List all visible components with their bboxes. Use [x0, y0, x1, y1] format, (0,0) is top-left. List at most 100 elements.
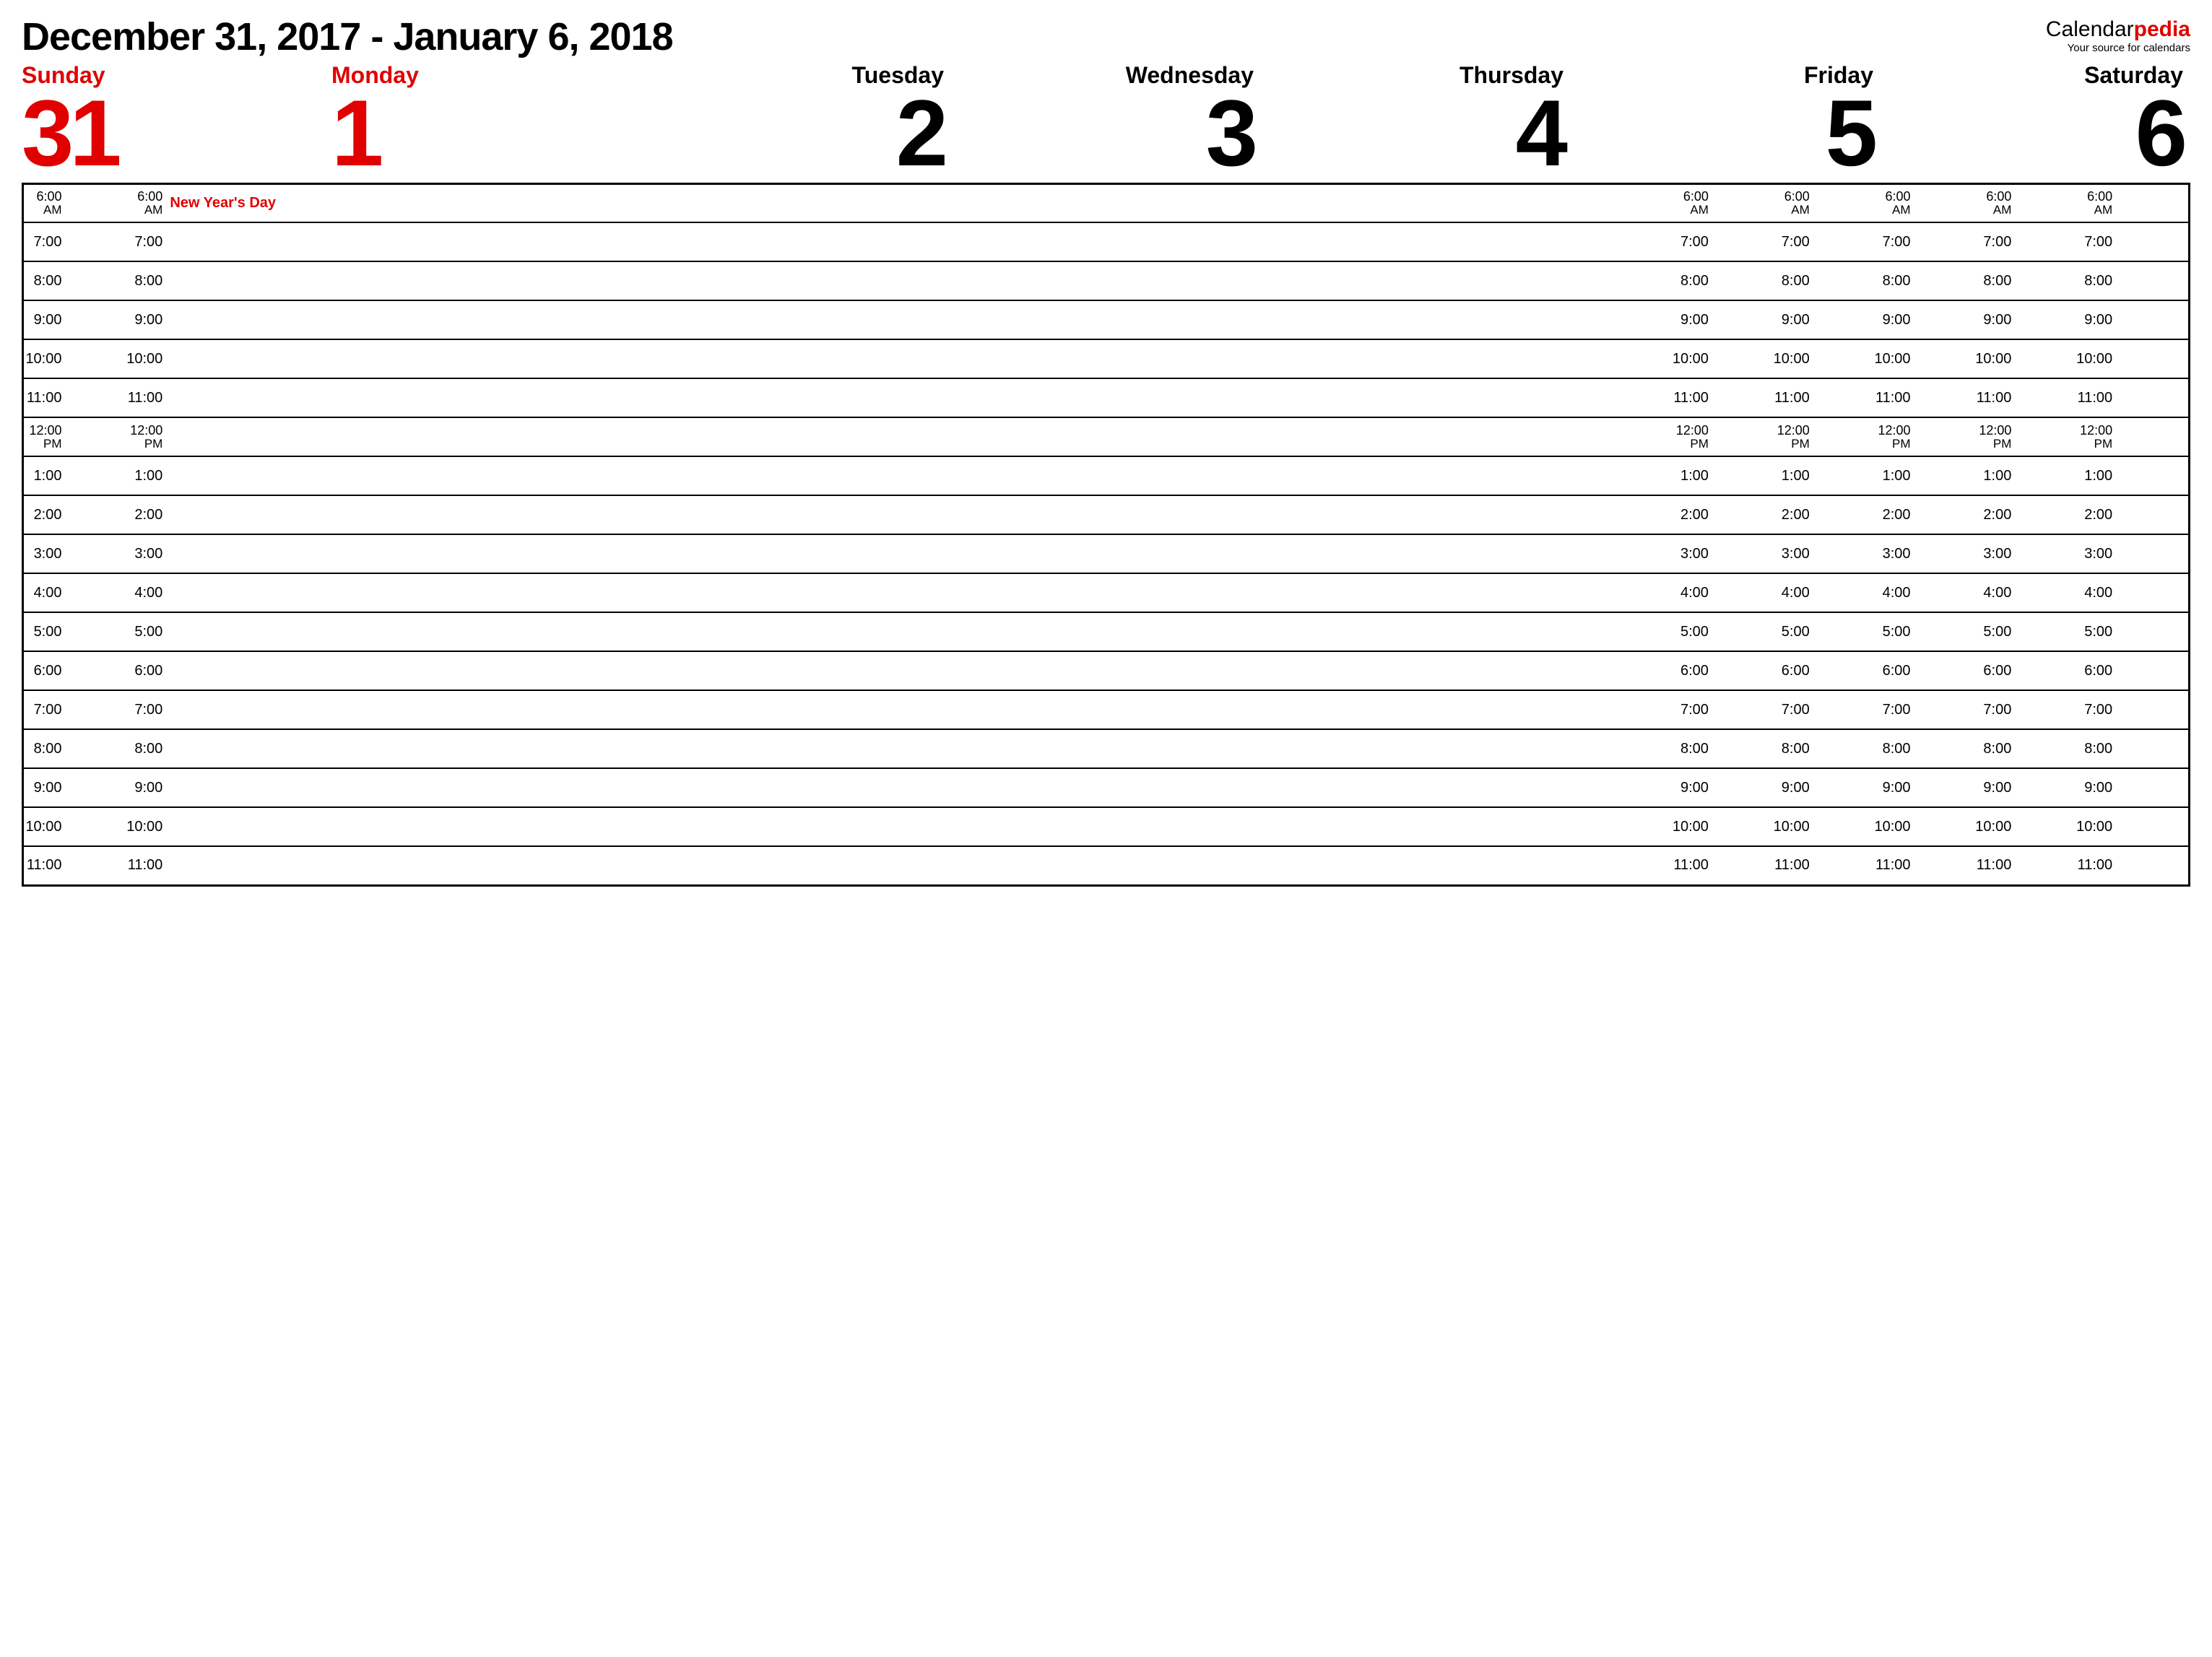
event-cell[interactable] — [1813, 768, 1872, 807]
event-cell[interactable] — [165, 612, 1670, 651]
event-cell[interactable] — [2014, 651, 2073, 690]
event-cell[interactable] — [1813, 534, 1872, 573]
event-cell[interactable] — [2115, 690, 2189, 729]
event-cell[interactable] — [1712, 534, 1771, 573]
event-cell[interactable] — [2014, 456, 2073, 495]
event-cell[interactable] — [1914, 846, 1973, 885]
event-cell[interactable] — [165, 495, 1670, 534]
event-cell[interactable] — [1813, 339, 1872, 378]
event-cell[interactable] — [65, 456, 124, 495]
event-cell[interactable] — [2115, 222, 2189, 261]
event-cell[interactable] — [65, 495, 124, 534]
event-cell[interactable] — [1813, 612, 1872, 651]
event-cell[interactable] — [2115, 612, 2189, 651]
event-cell[interactable] — [2014, 846, 2073, 885]
event-cell[interactable] — [2115, 651, 2189, 690]
event-cell[interactable] — [165, 807, 1670, 846]
event-cell[interactable] — [1914, 612, 1973, 651]
event-cell[interactable] — [165, 456, 1670, 495]
event-cell[interactable] — [2014, 807, 2073, 846]
event-cell[interactable] — [2115, 573, 2189, 612]
event-cell[interactable] — [2115, 300, 2189, 339]
event-cell[interactable] — [65, 612, 124, 651]
event-cell[interactable] — [2115, 729, 2189, 768]
event-cell[interactable] — [165, 378, 1670, 417]
event-cell[interactable] — [1712, 456, 1771, 495]
event-cell[interactable] — [2014, 300, 2073, 339]
event-cell[interactable] — [1712, 339, 1771, 378]
event-cell[interactable] — [165, 300, 1670, 339]
event-cell[interactable]: New Year's Day — [165, 183, 1670, 222]
event-cell[interactable] — [165, 690, 1670, 729]
event-cell[interactable] — [1813, 846, 1872, 885]
event-cell[interactable] — [1813, 573, 1872, 612]
event-cell[interactable] — [2014, 339, 2073, 378]
event-cell[interactable] — [1712, 183, 1771, 222]
event-cell[interactable] — [1914, 378, 1973, 417]
event-cell[interactable] — [1712, 417, 1771, 456]
event-cell[interactable] — [1712, 300, 1771, 339]
event-cell[interactable] — [165, 261, 1670, 300]
event-cell[interactable] — [65, 768, 124, 807]
event-cell[interactable] — [1813, 651, 1872, 690]
event-cell[interactable] — [1914, 456, 1973, 495]
event-cell[interactable] — [2014, 573, 2073, 612]
event-cell[interactable] — [1813, 807, 1872, 846]
event-cell[interactable] — [2014, 612, 2073, 651]
event-cell[interactable] — [1813, 378, 1872, 417]
event-cell[interactable] — [1712, 612, 1771, 651]
event-cell[interactable] — [2014, 222, 2073, 261]
event-cell[interactable] — [1813, 456, 1872, 495]
event-cell[interactable] — [2014, 378, 2073, 417]
event-cell[interactable] — [1914, 261, 1973, 300]
event-cell[interactable] — [2115, 456, 2189, 495]
event-cell[interactable] — [1712, 690, 1771, 729]
event-cell[interactable] — [65, 378, 124, 417]
event-cell[interactable] — [1813, 300, 1872, 339]
event-cell[interactable] — [65, 339, 124, 378]
event-cell[interactable] — [165, 222, 1670, 261]
event-cell[interactable] — [1914, 573, 1973, 612]
event-cell[interactable] — [2115, 495, 2189, 534]
event-cell[interactable] — [1813, 183, 1872, 222]
event-cell[interactable] — [165, 768, 1670, 807]
event-cell[interactable] — [65, 690, 124, 729]
event-cell[interactable] — [165, 339, 1670, 378]
event-cell[interactable] — [65, 222, 124, 261]
event-cell[interactable] — [1914, 222, 1973, 261]
event-cell[interactable] — [2115, 846, 2189, 885]
event-cell[interactable] — [2115, 378, 2189, 417]
event-cell[interactable] — [2014, 261, 2073, 300]
event-cell[interactable] — [1712, 495, 1771, 534]
event-cell[interactable] — [65, 417, 124, 456]
event-cell[interactable] — [1813, 222, 1872, 261]
event-cell[interactable] — [165, 846, 1670, 885]
event-cell[interactable] — [1813, 729, 1872, 768]
event-cell[interactable] — [1712, 729, 1771, 768]
event-cell[interactable] — [65, 261, 124, 300]
event-cell[interactable] — [1712, 651, 1771, 690]
event-cell[interactable] — [2014, 183, 2073, 222]
event-cell[interactable] — [2115, 417, 2189, 456]
event-cell[interactable] — [2115, 807, 2189, 846]
event-cell[interactable] — [1712, 768, 1771, 807]
event-cell[interactable] — [165, 417, 1670, 456]
event-cell[interactable] — [165, 651, 1670, 690]
event-cell[interactable] — [2115, 183, 2189, 222]
event-cell[interactable] — [1712, 846, 1771, 885]
event-cell[interactable] — [1712, 573, 1771, 612]
event-cell[interactable] — [165, 573, 1670, 612]
event-cell[interactable] — [1712, 807, 1771, 846]
event-cell[interactable] — [65, 534, 124, 573]
event-cell[interactable] — [1712, 222, 1771, 261]
event-cell[interactable] — [1813, 417, 1872, 456]
event-cell[interactable] — [2014, 417, 2073, 456]
event-cell[interactable] — [1914, 807, 1973, 846]
event-cell[interactable] — [65, 183, 124, 222]
event-cell[interactable] — [2014, 768, 2073, 807]
event-cell[interactable] — [2014, 690, 2073, 729]
event-cell[interactable] — [1914, 651, 1973, 690]
event-cell[interactable] — [1914, 534, 1973, 573]
event-cell[interactable] — [1712, 378, 1771, 417]
event-cell[interactable] — [165, 729, 1670, 768]
